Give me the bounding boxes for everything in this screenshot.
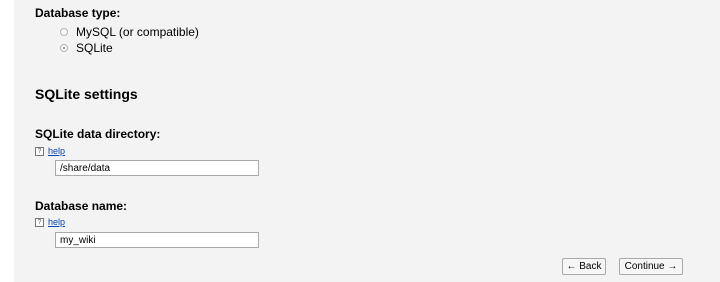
back-button[interactable]: ← Back xyxy=(562,258,606,275)
continue-button[interactable]: Continue → xyxy=(619,258,683,275)
data-directory-help-link[interactable]: help xyxy=(48,146,65,156)
radio-label-sqlite: SQLite xyxy=(76,41,113,55)
radio-option-sqlite[interactable]: SQLite xyxy=(60,41,113,55)
radio-option-mysql[interactable]: MySQL (or compatible) xyxy=(60,25,199,39)
data-directory-help[interactable]: ? help xyxy=(35,146,65,156)
database-name-label: Database name: xyxy=(35,199,128,213)
help-icon: ? xyxy=(35,217,44,227)
data-directory-input[interactable] xyxy=(55,160,259,176)
radio-button-mysql[interactable] xyxy=(60,28,68,36)
data-directory-label: SQLite data directory: xyxy=(35,127,161,141)
sqlite-settings-heading: SQLite settings xyxy=(35,86,138,102)
radio-button-sqlite[interactable] xyxy=(60,44,68,52)
database-name-input[interactable] xyxy=(55,232,259,248)
radio-label-mysql: MySQL (or compatible) xyxy=(76,25,199,39)
installer-panel: Database type: MySQL (or compatible) SQL… xyxy=(14,0,720,282)
database-type-label: Database type: xyxy=(35,6,121,20)
help-icon: ? xyxy=(35,146,44,156)
database-name-help[interactable]: ? help xyxy=(35,217,65,227)
database-name-help-link[interactable]: help xyxy=(48,217,65,227)
